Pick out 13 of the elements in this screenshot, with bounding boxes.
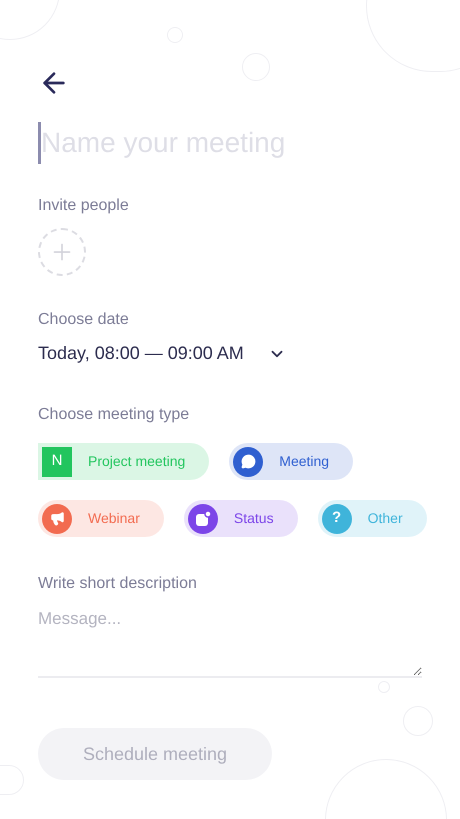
date-label: Choose date: [38, 310, 130, 330]
meeting-type-chip[interactable]: N Project meeting: [38, 443, 210, 480]
meeting-type-chip[interactable]: Webinar: [38, 500, 164, 537]
question-icon: ?: [322, 504, 352, 534]
meeting-type-chip[interactable]: ? Other: [318, 500, 427, 537]
description-field[interactable]: Message...: [38, 606, 422, 678]
meeting-type-chip[interactable]: Meeting: [229, 443, 354, 480]
date-dropdown[interactable]: Today, 08:00 — 09:00 AM: [38, 340, 286, 367]
meeting-type-label: Choose meeting type: [38, 405, 190, 425]
square-badge-icon: N: [42, 446, 72, 476]
invite-label: Invite people: [38, 196, 130, 216]
description-label: Write short description: [38, 574, 198, 594]
meeting-type-chip[interactable]: Status: [184, 500, 298, 537]
